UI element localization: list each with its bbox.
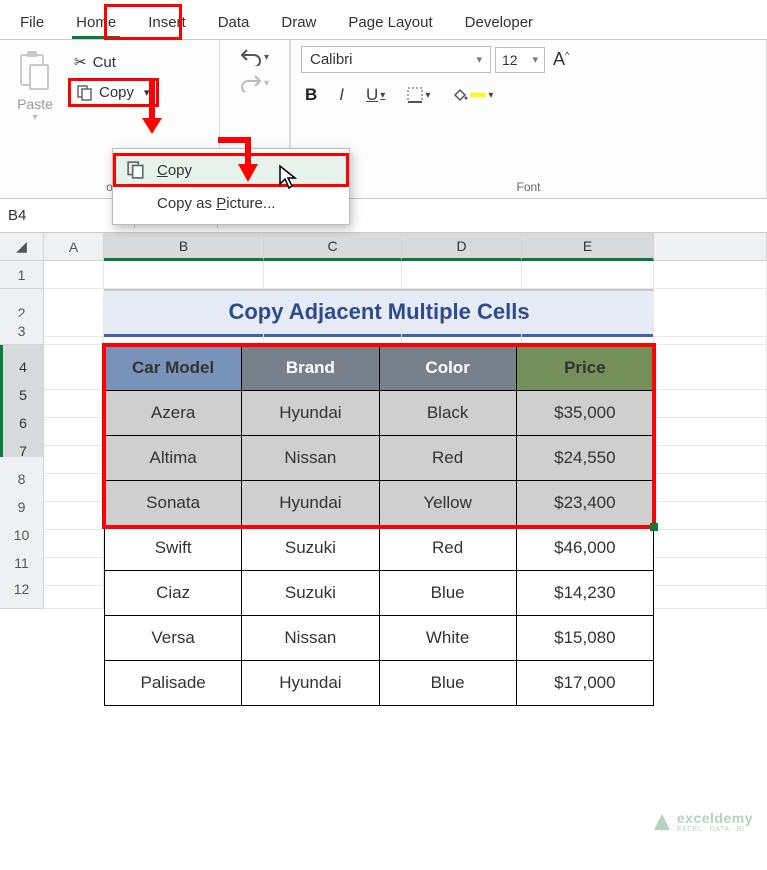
paste-button[interactable]: Paste ▾: [10, 46, 60, 127]
tab-page-layout[interactable]: Page Layout: [332, 6, 448, 39]
chevron-down-icon: ▾: [488, 90, 493, 101]
border-icon: [407, 87, 423, 103]
cut-button[interactable]: ✂ Cut: [68, 50, 159, 74]
chevron-down-icon: ▾: [264, 52, 269, 63]
table-row[interactable]: SonataHyundaiYellow$23,400: [105, 481, 654, 526]
table-row[interactable]: VersaNissanWhite$15,080: [105, 616, 654, 661]
col-header-D[interactable]: D: [402, 233, 522, 261]
group-font: Calibri ▾ 12 ▾ A^ B I U ▾ ▾ ▾: [291, 40, 767, 198]
chevron-down-icon: ▾: [476, 53, 482, 66]
clipboard-icon: [18, 50, 52, 92]
menu-item-copy-as-picture-label: Copy as Picture...: [157, 195, 275, 212]
menu-item-copy-as-picture[interactable]: Copy as Picture...: [113, 187, 349, 220]
col-color[interactable]: Color: [379, 346, 516, 391]
copy-label: Copy: [99, 84, 134, 101]
worksheet-grid[interactable]: ◢ A B C D E 1 2 Copy Adjacent Multiple C…: [0, 233, 767, 597]
data-table[interactable]: Car Model Brand Color Price AzeraHyundai…: [104, 345, 654, 706]
table-row[interactable]: PalisadeHyundaiBlue$17,000: [105, 661, 654, 706]
tab-home[interactable]: Home: [60, 6, 132, 39]
ribbon-tabs: File Home Insert Data Draw Page Layout D…: [0, 0, 767, 39]
fill-color-button[interactable]: ▾: [448, 86, 497, 104]
table-row[interactable]: AzeraHyundaiBlack$35,000: [105, 391, 654, 436]
select-all-corner[interactable]: ◢: [0, 233, 44, 261]
chevron-down-icon: ▾: [532, 53, 538, 66]
tab-developer[interactable]: Developer: [449, 6, 549, 39]
bold-button[interactable]: B: [301, 83, 321, 107]
col-price[interactable]: Price: [516, 346, 653, 391]
copy-split-button[interactable]: Copy ▾: [68, 78, 159, 107]
row-header-3[interactable]: 3: [0, 317, 44, 345]
watermark: exceldemy EXCEL · DATA · BI: [653, 810, 753, 833]
col-brand[interactable]: Brand: [242, 346, 379, 391]
font-name-value: Calibri: [310, 51, 353, 68]
col-header-C[interactable]: C: [264, 233, 402, 261]
redo-icon: [240, 74, 262, 92]
tab-insert[interactable]: Insert: [132, 6, 202, 39]
font-grow-label: A: [553, 49, 565, 69]
italic-button[interactable]: I: [335, 83, 348, 107]
underline-button[interactable]: U ▾: [362, 83, 389, 107]
tab-file[interactable]: File: [4, 6, 60, 39]
col-header-B[interactable]: B: [104, 233, 264, 261]
name-box-value: B4: [8, 207, 26, 224]
tab-data[interactable]: Data: [202, 6, 266, 39]
ribbon: Paste ▾ ✂ Cut Copy ▾ o: [0, 39, 767, 199]
menu-item-copy-label: Copy: [157, 162, 192, 179]
name-box[interactable]: B4 ▾: [0, 207, 130, 225]
chevron-down-icon: ▾: [425, 90, 430, 101]
undo-icon: [240, 48, 262, 66]
font-size-value: 12: [502, 52, 518, 68]
col-header-E[interactable]: E: [522, 233, 654, 261]
copy-icon: [127, 161, 145, 179]
font-size-select[interactable]: 12 ▾: [495, 47, 545, 73]
paint-bucket-icon: [452, 88, 468, 102]
chevron-down-icon[interactable]: ▾: [144, 86, 150, 99]
row-header-12[interactable]: 12: [0, 569, 44, 609]
paste-label: Paste: [17, 96, 53, 112]
border-button[interactable]: ▾: [403, 85, 434, 105]
chevron-down-icon: ▾: [380, 90, 385, 101]
fill-color-swatch: [470, 93, 486, 97]
logo-icon: [653, 813, 671, 831]
scissors-icon: ✂: [74, 53, 87, 71]
col-header-A[interactable]: A: [44, 233, 104, 261]
col-header-blank[interactable]: [654, 233, 767, 261]
col-model[interactable]: Car Model: [105, 346, 242, 391]
watermark-tag: EXCEL · DATA · BI: [677, 826, 753, 833]
font-name-select[interactable]: Calibri ▾: [301, 46, 491, 73]
chevron-down-icon: ▾: [264, 78, 269, 89]
chevron-down-icon: ▾: [32, 112, 37, 123]
table-row[interactable]: CiazSuzukiBlue$14,230: [105, 571, 654, 616]
table-row[interactable]: SwiftSuzukiRed$46,000: [105, 526, 654, 571]
copy-icon: [77, 85, 93, 101]
table-row[interactable]: AltimaNissanRed$24,550: [105, 436, 654, 481]
menu-item-copy[interactable]: Copy: [113, 153, 349, 187]
selection-fill-handle[interactable]: [650, 523, 658, 531]
row-header-1[interactable]: 1: [0, 261, 44, 289]
undo-button[interactable]: ▾: [240, 48, 269, 66]
table-header-row: Car Model Brand Color Price: [105, 346, 654, 391]
increase-font-button[interactable]: A^: [549, 47, 573, 72]
copy-dropdown-menu: Copy Copy as Picture...: [112, 148, 350, 225]
tab-draw[interactable]: Draw: [265, 6, 332, 39]
group-font-label: Font: [301, 178, 756, 196]
cut-label: Cut: [93, 54, 116, 71]
redo-button[interactable]: ▾: [240, 74, 269, 92]
watermark-brand: exceldemy: [677, 810, 753, 826]
